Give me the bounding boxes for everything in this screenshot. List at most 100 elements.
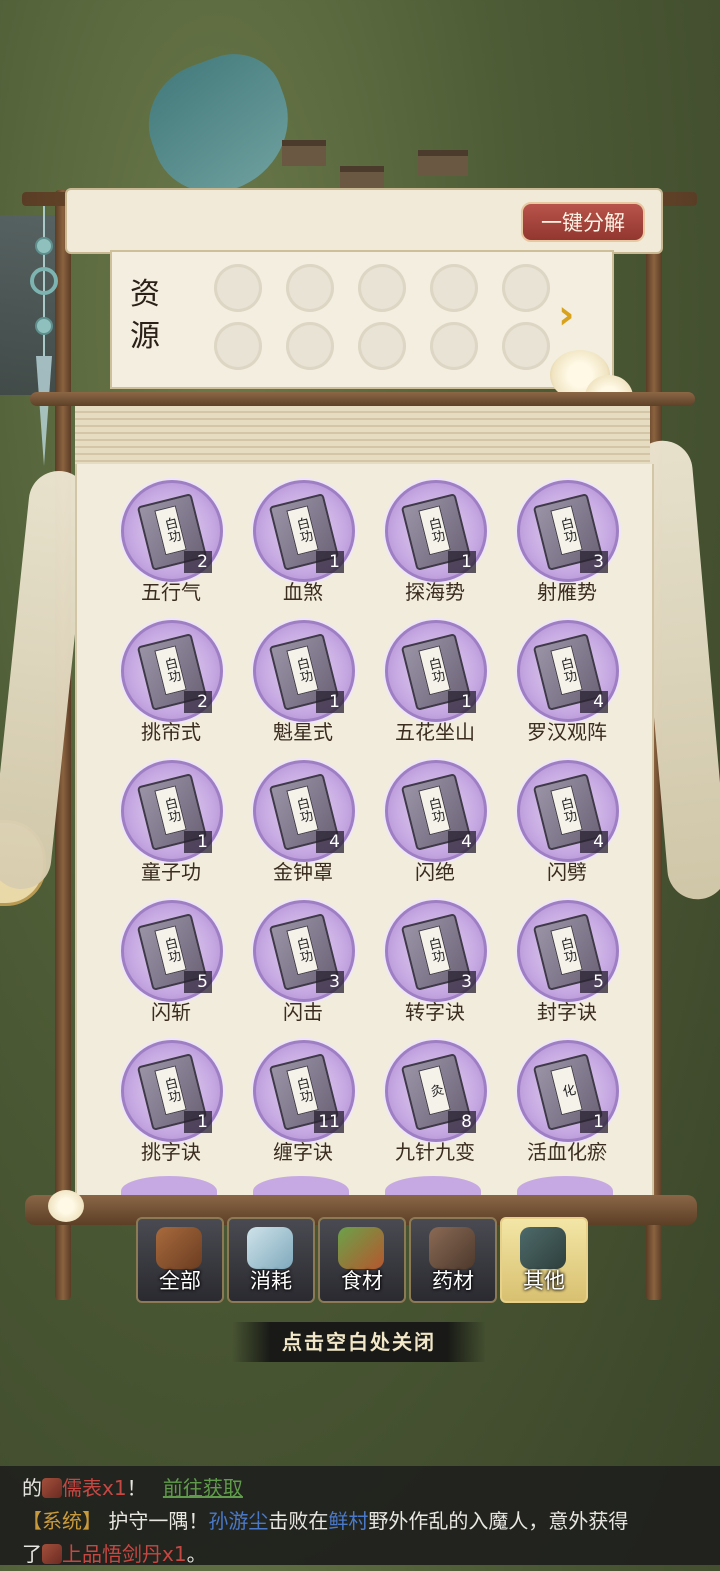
- chat-log: 的儒表x1！ 前往获取 【系统】 护守一隅！孙游尘击败在鲜村野外作乱的入魔人，意…: [0, 1466, 720, 1566]
- item-name: 闪绝: [415, 860, 455, 884]
- resource-slot[interactable]: [430, 264, 478, 312]
- tab-all[interactable]: 全部: [136, 1217, 224, 1303]
- resource-slot[interactable]: [214, 322, 262, 370]
- tab-ingredients[interactable]: 食材: [318, 1217, 406, 1303]
- item-name: 闪击: [283, 1000, 323, 1024]
- house: [282, 140, 326, 166]
- item-frame: 白功 4: [253, 760, 355, 862]
- inventory-item[interactable]: 白功 2 挑帘式: [105, 612, 237, 744]
- manual-tag: 白功: [286, 645, 319, 696]
- inventory-item[interactable]: 白功 5 闪斩: [105, 892, 237, 1024]
- item-icon: [42, 1478, 62, 1498]
- chat-line: 【系统】 护守一隅！孙游尘击败在鲜村野外作乱的入魔人，意外获得: [22, 1509, 629, 1533]
- item-count: 2: [184, 551, 212, 573]
- item-count: 4: [316, 831, 344, 853]
- inventory-item[interactable]: 化 1 活血化瘀: [501, 1032, 633, 1164]
- resource-next-arrow-icon[interactable]: ›: [558, 292, 574, 338]
- item-count: 1: [448, 551, 476, 573]
- inventory-item[interactable]: 白功 4 闪劈: [501, 752, 633, 884]
- chat-item[interactable]: 儒表x1: [62, 1476, 127, 1500]
- inventory-item[interactable]: 白功 1 血煞: [237, 472, 369, 604]
- item-count: 4: [448, 831, 476, 853]
- item-count: 1: [316, 691, 344, 713]
- item-name: 血煞: [283, 580, 323, 604]
- inventory-item[interactable]: 白功 5 封字诀: [501, 892, 633, 1024]
- item-frame: 白功 1: [253, 480, 355, 582]
- resource-slot[interactable]: [358, 322, 406, 370]
- river: [131, 39, 309, 211]
- item-count: 4: [580, 691, 608, 713]
- manual-tag: 白功: [550, 505, 583, 556]
- inventory-item[interactable]: 白功 4 金钟罩: [237, 752, 369, 884]
- manual-tag: 白功: [418, 645, 451, 696]
- item-count: 1: [316, 551, 344, 573]
- item-count: 1: [580, 1111, 608, 1133]
- item-frame: 白功 3: [517, 480, 619, 582]
- player-name[interactable]: 孙游尘: [208, 1509, 268, 1533]
- item-count: 1: [184, 831, 212, 853]
- close-hint[interactable]: 点击空白处关闭: [232, 1322, 486, 1362]
- resource-slot[interactable]: [286, 322, 334, 370]
- item-name: 挑字诀: [141, 1140, 201, 1164]
- inventory-item[interactable]: 白功 1 五花坐山: [369, 612, 501, 744]
- manual-tag: 白功: [286, 505, 319, 556]
- resource-slot[interactable]: [430, 322, 478, 370]
- item-count: 8: [448, 1111, 476, 1133]
- tab-herbs[interactable]: 药材: [409, 1217, 497, 1303]
- item-name: 射雁势: [537, 580, 597, 604]
- manual-tag: 灸: [418, 1065, 451, 1116]
- item-name: 挑帘式: [141, 720, 201, 744]
- place-name[interactable]: 鲜村: [328, 1509, 368, 1533]
- item-frame: 白功 1: [385, 480, 487, 582]
- tab-other[interactable]: 其他: [500, 1217, 588, 1303]
- item-name: 罗汉观阵: [527, 720, 607, 744]
- item-count: 3: [316, 971, 344, 993]
- decompose-all-button[interactable]: 一键分解: [521, 202, 645, 242]
- manual-tag: 白功: [286, 785, 319, 836]
- inventory-item[interactable]: 白功 2 五行气: [105, 472, 237, 604]
- go-get-link[interactable]: 前往获取: [163, 1476, 243, 1500]
- resource-slot[interactable]: [286, 264, 334, 312]
- chat-item[interactable]: 上品悟剑丹x1: [62, 1542, 187, 1566]
- inventory-item[interactable]: 白功 1 童子功: [105, 752, 237, 884]
- item-name: 金钟罩: [273, 860, 333, 884]
- resource-slot[interactable]: [502, 264, 550, 312]
- item-name: 活血化瘀: [527, 1140, 607, 1164]
- item-frame: 化1: [517, 1040, 619, 1142]
- jar-icon: [520, 1227, 566, 1269]
- resource-slot[interactable]: [214, 264, 262, 312]
- resource-slot[interactable]: [358, 264, 406, 312]
- jade-pendant-icon: [24, 206, 64, 466]
- flower-decoration-icon: [48, 1190, 84, 1222]
- chat-line: 的儒表x1！ 前往获取: [22, 1476, 243, 1500]
- manual-tag: 白功: [550, 645, 583, 696]
- inventory-item[interactable]: 白功 11 缠字诀: [237, 1032, 369, 1164]
- inventory-item[interactable]: 白功 1 探海势: [369, 472, 501, 604]
- inventory-item[interactable]: 白功 3 闪击: [237, 892, 369, 1024]
- inventory-item[interactable]: 白功 4 罗汉观阵: [501, 612, 633, 744]
- item-name: 闪劈: [547, 860, 587, 884]
- tab-consumables[interactable]: 消耗: [227, 1217, 315, 1303]
- item-frame: 灸8: [385, 1040, 487, 1142]
- decompose-all-label: 一键分解: [541, 211, 625, 235]
- manual-tag: 白功: [286, 1065, 319, 1116]
- top-panel: 一键分解: [65, 188, 663, 254]
- inventory-item[interactable]: 白功 1 魁星式: [237, 612, 369, 744]
- resource-slot[interactable]: [502, 322, 550, 370]
- inventory-item[interactable]: 白功 4 闪绝: [369, 752, 501, 884]
- manual-tag: 白功: [286, 925, 319, 976]
- item-grid-panel: 白功 2 五行气 白功 1 血煞 白功 1 探海势 白功 3 射雁势 白功 2 挑帘式 白功 1 魁星式 白功 1 五花…: [75, 464, 654, 1200]
- inventory-item[interactable]: 白功 3 转字诀: [369, 892, 501, 1024]
- item-name: 五花坐山: [395, 720, 475, 744]
- item-name: 闪斩: [151, 1000, 191, 1024]
- inventory-item[interactable]: 灸 8 九针九变: [369, 1032, 501, 1164]
- manual-tag: 白功: [418, 505, 451, 556]
- inventory-item[interactable]: 白功 3 射雁势: [501, 472, 633, 604]
- item-name: 五行气: [141, 580, 201, 604]
- item-name: 童子功: [141, 860, 201, 884]
- item-frame: 白功 2: [121, 620, 223, 722]
- inventory-item[interactable]: 白功 1 挑字诀: [105, 1032, 237, 1164]
- manual-tag: 白功: [154, 505, 187, 556]
- item-count: 1: [184, 1111, 212, 1133]
- item-frame: 白功 2: [121, 480, 223, 582]
